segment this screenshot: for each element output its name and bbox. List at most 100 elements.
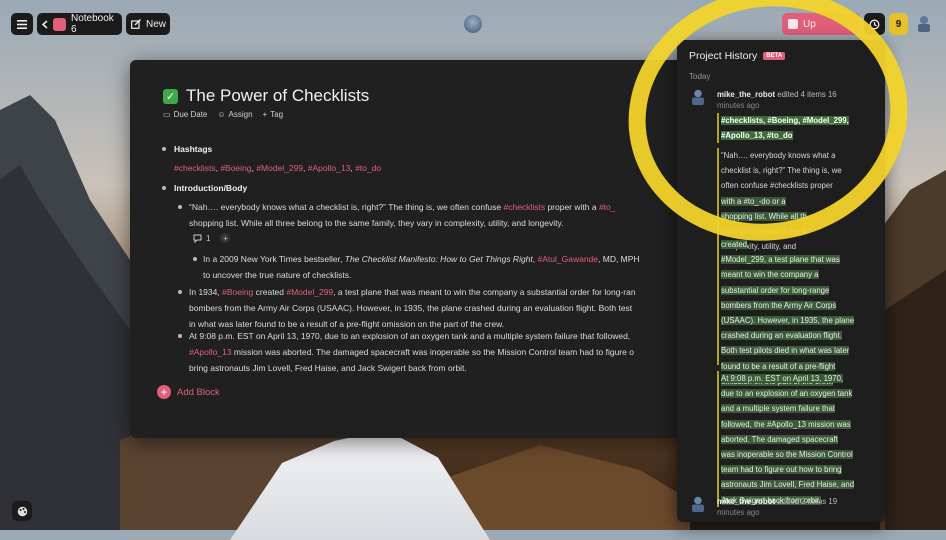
hashtag-link[interactable]: #Boeing	[220, 163, 251, 173]
plus-icon: +	[262, 110, 268, 119]
bullet-icon	[162, 186, 166, 190]
text-run: to uncover the true nature of checklists…	[203, 270, 352, 280]
change-line: meant to win the company a	[721, 270, 819, 280]
theme-palette-button[interactable]	[12, 501, 32, 521]
text-run: In a 2009 New York Times bestseller,	[203, 254, 345, 264]
chevron-left-icon	[42, 19, 48, 29]
text-run: bombers from the Army Air Corps (USAAC).…	[189, 303, 633, 313]
collaborator-avatar[interactable]	[464, 15, 482, 33]
hashtag-link[interactable]: #to_do	[355, 163, 381, 173]
meta-bar: ▭ Due Date ☺ Assign + Tag	[163, 110, 283, 119]
due-date-label: Due Date	[173, 110, 208, 119]
robot-avatar-icon	[689, 495, 707, 513]
palette-icon	[17, 506, 28, 517]
new-note-icon	[131, 19, 141, 29]
hamburger-icon	[17, 19, 27, 29]
text-run: At 9:08 p.m. EST on April 13, 1970, due …	[189, 331, 631, 341]
change-line: Both test pilots died in what was later	[721, 346, 850, 356]
person-icon: ☺	[217, 110, 226, 119]
text-run: created	[253, 287, 287, 297]
text-run: , a test plane that was meant to win the…	[333, 287, 636, 297]
history-action: added 2 items	[775, 497, 829, 506]
bullet-icon	[178, 334, 182, 338]
notebook-icon	[53, 17, 66, 31]
change-rail	[717, 239, 719, 365]
paragraph-block[interactable]: “Nah…. everybody knows what a checklist …	[189, 199, 690, 231]
page-title: ✓ The Power of Checklists	[163, 86, 369, 106]
plus-circle-icon: +	[157, 385, 171, 399]
comment-icon	[193, 234, 202, 243]
hashtag-link[interactable]: #Boeing	[222, 287, 253, 297]
book-title: The Checklist Manifesto: How to Get Thin…	[344, 254, 533, 264]
hashtag-link[interactable]: #Apollo_13	[308, 163, 351, 173]
hashtag-link[interactable]: #Model_299	[256, 163, 303, 173]
assign-button[interactable]: ☺ Assign	[217, 110, 252, 119]
menu-button[interactable]	[11, 13, 33, 35]
change-line: crashed during an evaluation flight.	[721, 331, 842, 341]
due-date-button[interactable]: ▭ Due Date	[163, 110, 207, 119]
user-avatar[interactable]	[914, 14, 934, 34]
add-reaction-icon[interactable]: +	[220, 233, 231, 243]
document-panel: ✓ The Power of Checklists ▭ Due Date ☺ Ass…	[130, 60, 690, 438]
notification-count: 9	[895, 18, 902, 30]
bullet-icon	[193, 257, 197, 261]
change-line: found to be a result of a pre-flight	[721, 361, 836, 371]
tag-label: Tag	[270, 110, 284, 119]
checkbox-done-icon[interactable]: ✓	[163, 88, 178, 104]
history-avatar	[689, 495, 707, 518]
history-time-suffix: minutes ago	[717, 508, 760, 517]
change-line: was inoperable so the Mission Control	[721, 450, 853, 460]
change-paragraph-3: At 9:08 p.m. EST on April 13, 1970, due …	[721, 371, 873, 508]
hashtag-link[interactable]: #checklists	[174, 163, 216, 173]
hashtags-heading: Hashtags	[174, 144, 213, 154]
text-run: , MD, MPH	[598, 254, 640, 264]
text-run: proper with a	[545, 202, 599, 212]
paragraph-block[interactable]: At 9:08 p.m. EST on April 13, 1970, due …	[189, 328, 690, 376]
change-line: aborted. The damaged spacecraft	[721, 434, 838, 444]
history-user: mike_the_robot	[717, 497, 776, 506]
change-line: At 9:08 p.m. EST on April 13, 1970,	[721, 374, 844, 383]
hashtags-block[interactable]: #checklists, #Boeing, #Model_299, #Apoll…	[174, 160, 381, 176]
hashtag-link[interactable]: #Atul_Gawande	[538, 254, 599, 264]
comment-counter[interactable]: 1 +	[193, 233, 231, 243]
new-label: New	[146, 18, 167, 30]
hashtag-link[interactable]: #checklists	[504, 202, 546, 212]
add-block-label: Add Block	[177, 386, 220, 398]
comment-count: 1	[206, 233, 211, 243]
hashtag-link[interactable]: #Model_299	[286, 287, 333, 297]
paragraph-block[interactable]: In a 2009 New York Times bestseller, The…	[203, 251, 690, 283]
add-block-button[interactable]: + Add Block	[157, 385, 220, 399]
history-time: 19	[828, 497, 838, 506]
hashtag-link[interactable]: #to_	[599, 202, 616, 212]
new-button[interactable]: New	[126, 13, 170, 35]
hashtag-link[interactable]: #Apollo_13	[189, 347, 232, 357]
change-line: due to an explosion of an oxygen tank	[721, 389, 853, 399]
paragraph-block[interactable]: In 1934, #Boeing created #Model_299, a t…	[189, 284, 690, 332]
text-run: mission was aborted. The damaged spacecr…	[231, 347, 634, 357]
text-run: bring astronauts Jim Lovell, Fred Haise,…	[189, 363, 467, 373]
history-entry-header[interactable]: mike_the_robot added 2 items 19 minutes …	[717, 496, 877, 518]
calendar-icon: ▭	[163, 110, 171, 119]
change-line: (USAAC). However, in 1935, the plane	[721, 316, 855, 326]
page-title-text: The Power of Checklists	[186, 86, 370, 105]
bullet-icon	[178, 205, 182, 209]
change-line: team had to figure out how to bring	[721, 465, 842, 475]
bullet-icon	[162, 147, 166, 151]
change-paragraph-2: created #Model_299, a test plane that wa…	[721, 237, 873, 389]
bullet-icon	[178, 290, 182, 294]
change-line: created	[721, 240, 748, 249]
notification-badge[interactable]: 9	[889, 13, 908, 35]
change-line: and a multiple system failure that	[721, 404, 835, 414]
tag-button[interactable]: + Tag	[263, 110, 284, 119]
text-run: shopping list. While all three belong to…	[189, 218, 564, 228]
change-line: bombers from the Army Air Corps	[721, 300, 837, 310]
change-line: #Model_299, a test plane that was	[721, 255, 840, 265]
robot-avatar-icon	[914, 14, 934, 34]
change-rail	[717, 371, 719, 507]
notebook-breadcrumb[interactable]: Notebook 6	[37, 13, 122, 35]
intro-heading: Introduction/Body	[174, 183, 248, 193]
notebook-label: Notebook 6	[70, 13, 114, 35]
text-run: In 1934,	[189, 287, 223, 297]
change-line: astronauts Jim Lovell, Fred Haise, and	[721, 480, 855, 490]
assign-label: Assign	[228, 110, 253, 119]
